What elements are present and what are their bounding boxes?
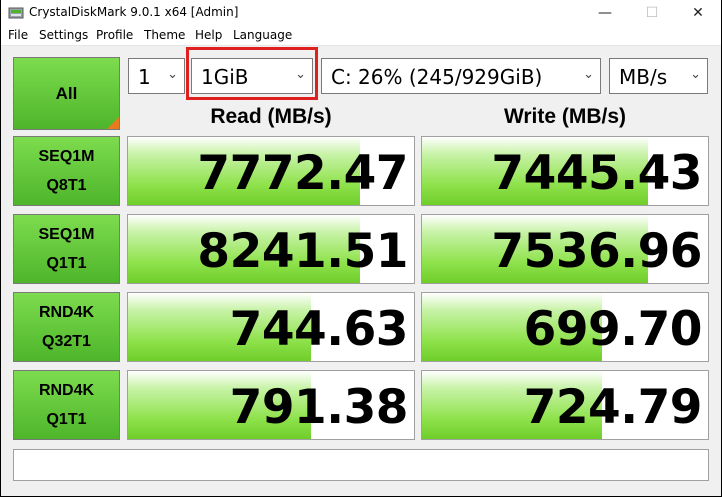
chevron-down-icon: ⌄ [167,67,178,82]
test-rnd4k-q32t1-button[interactable]: RND4K Q32T1 [13,292,120,362]
test-label-line1: SEQ1M [38,148,95,165]
drive-value: C: 26% (245/929GiB) [331,65,543,89]
close-button[interactable]: ✕ [675,0,721,25]
read-header: Read (MB/s) [210,105,332,128]
test-seq1m-q1t1-button[interactable]: SEQ1M Q1T1 [13,214,120,284]
menu-theme[interactable]: Theme [144,28,185,42]
write-result-value: 699.70 [523,302,703,357]
test-count-select[interactable]: 1 ⌄ [128,58,185,94]
read-result-value: 8241.51 [197,224,408,279]
window-title: CrystalDiskMark 9.0.1 x64 [Admin] [29,5,239,19]
test-seq1m-q8t1-button[interactable]: SEQ1M Q8T1 [13,136,120,206]
test-label-line1: RND4K [38,382,95,399]
unit-value: MB/s [619,65,668,89]
app-disk-icon [8,7,24,19]
highlight-box [186,47,318,100]
chevron-down-icon: ⌄ [690,67,701,82]
write-result-box: 7536.96 [421,214,709,284]
test-label-line1: RND4K [38,304,95,321]
test-label-line2: Q1T1 [46,255,87,272]
minimize-button[interactable]: — [582,0,628,25]
write-result-value: 7445.43 [491,146,702,201]
test-label-line1: SEQ1M [38,226,95,243]
unit-select[interactable]: MB/s ⌄ [609,58,708,94]
drive-select[interactable]: C: 26% (245/929GiB) ⌄ [321,58,601,94]
maximize-button[interactable]: ☐ [629,0,675,25]
menu-bar: File Settings Profile Theme Help Languag… [1,25,721,46]
title-bar[interactable]: CrystalDiskMark 9.0.1 x64 [Admin] — ☐ ✕ [1,0,721,25]
write-result-box: 724.79 [421,370,709,440]
write-result-box: 699.70 [421,292,709,362]
all-button[interactable]: All [13,57,120,130]
read-result-value: 7772.47 [197,146,408,201]
corner-marker [107,117,119,129]
test-rnd4k-q1t1-button[interactable]: RND4K Q1T1 [13,370,120,440]
menu-file[interactable]: File [8,28,28,42]
app-window: CrystalDiskMark 9.0.1 x64 [Admin] — ☐ ✕ … [1,0,721,496]
write-result-value: 724.79 [523,380,703,435]
read-result-value: 791.38 [229,380,409,435]
menu-help[interactable]: Help [195,28,222,42]
comment-field[interactable] [13,449,709,481]
read-result-value: 744.63 [229,302,409,357]
write-header: Write (MB/s) [503,105,627,128]
menu-profile[interactable]: Profile [96,28,133,42]
chevron-down-icon: ⌄ [583,67,594,82]
read-result-box: 744.63 [127,292,415,362]
test-label-line2: Q32T1 [42,333,91,350]
test-count-value: 1 [138,65,151,89]
write-result-box: 7445.43 [421,136,709,206]
menu-settings[interactable]: Settings [39,28,88,42]
read-result-box: 8241.51 [127,214,415,284]
menu-language[interactable]: Language [233,28,292,42]
all-button-label: All [55,83,78,103]
write-result-value: 7536.96 [491,224,702,279]
test-label-line2: Q8T1 [46,177,87,194]
test-label-line2: Q1T1 [46,411,87,428]
read-result-box: 791.38 [127,370,415,440]
read-result-box: 7772.47 [127,136,415,206]
